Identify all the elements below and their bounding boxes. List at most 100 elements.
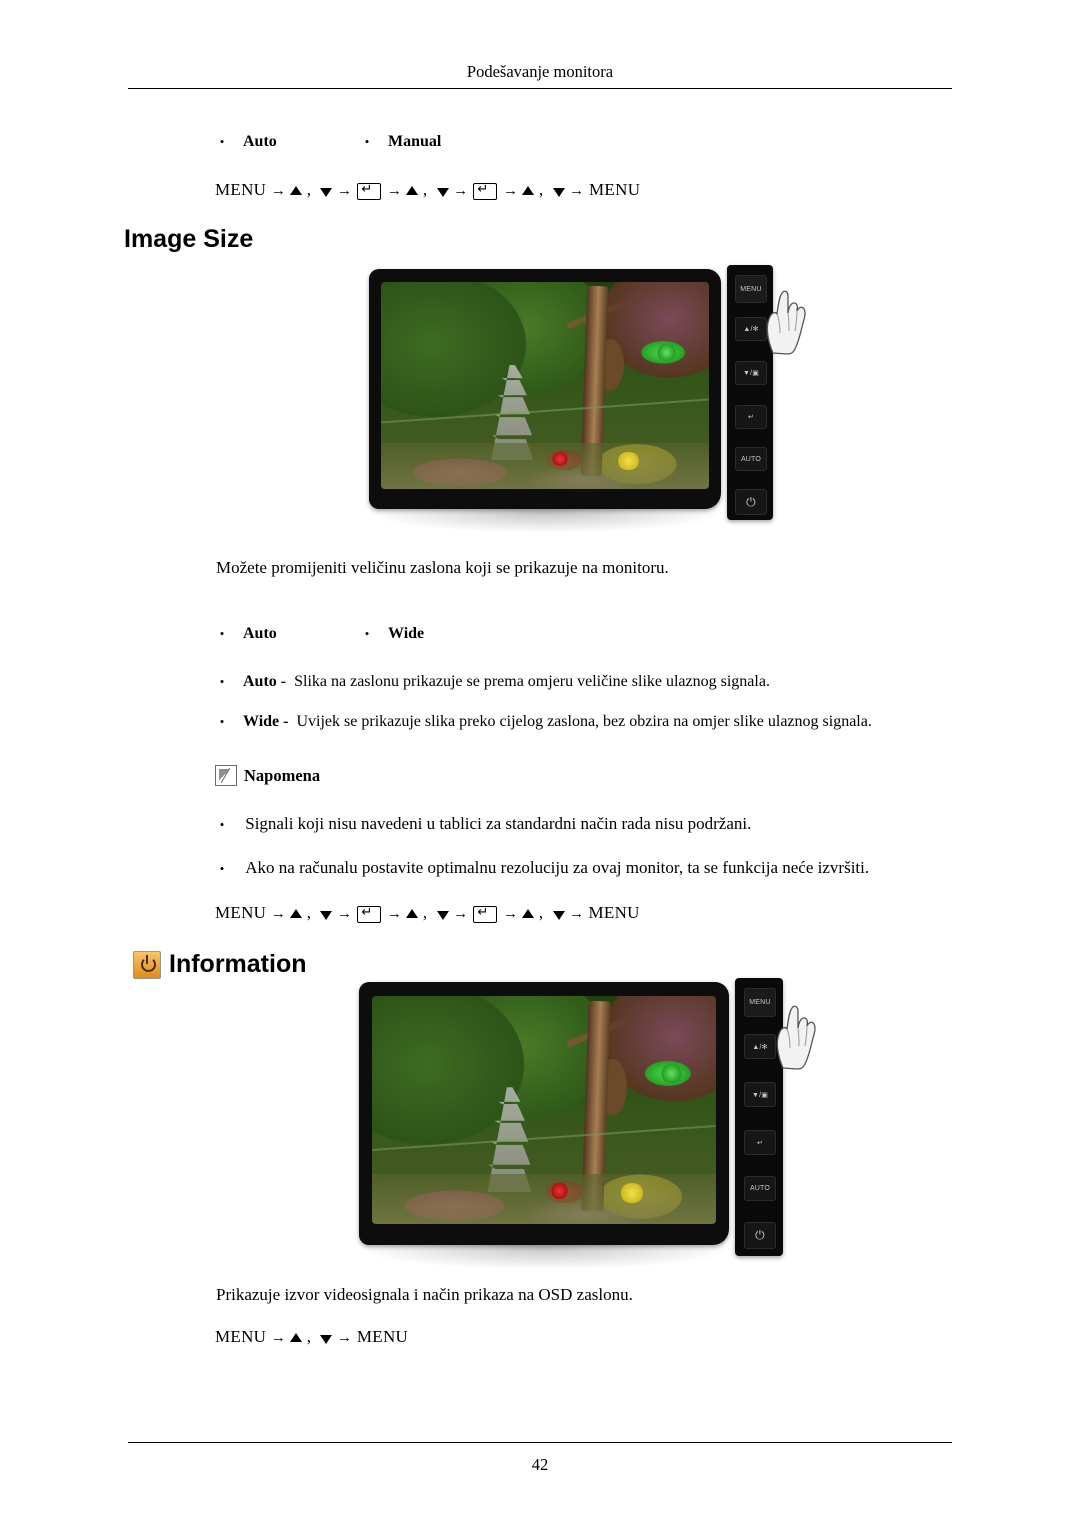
bullet-wide-explanation: • Wide - Uvijek se prikazuje slika preko…	[215, 713, 985, 731]
screen-photo	[381, 282, 709, 489]
page-header-title: Podešavanje monitora	[466, 62, 614, 81]
monitor-menu-label: MENU	[749, 999, 771, 1006]
menu-path-3-suffix: MENU	[356, 1327, 409, 1346]
page-number: 42	[531, 1455, 549, 1474]
comma-sep: ,	[538, 180, 549, 199]
option-manual-row-top: • Manual	[360, 133, 442, 151]
triangle-down-icon	[552, 187, 565, 197]
monitor-auto-label: AUTO	[749, 1185, 771, 1192]
menu-path-2-suffix: MENU	[588, 903, 640, 922]
arrow-icon: →	[270, 183, 291, 199]
triangle-up-icon	[406, 908, 419, 918]
comma-sep: ,	[306, 1327, 316, 1346]
information-icon	[133, 950, 161, 979]
arrow-icon: →	[386, 183, 407, 199]
comma-sep: ,	[538, 903, 549, 922]
note-item-2-text: Ako na računalu postavite optimalnu rezo…	[245, 858, 870, 877]
arrow-icon: →	[569, 183, 585, 199]
menu-path-3-prefix: MENU	[215, 1327, 267, 1346]
monitor-body	[359, 982, 729, 1245]
photo-green-lantern	[656, 344, 677, 361]
bullet-dot-icon: •	[364, 626, 370, 642]
header-rule	[128, 88, 952, 89]
section-heading-information: Information	[133, 950, 307, 979]
image-size-description: Možete promijeniti veličinu zaslona koji…	[216, 558, 669, 577]
photo-yellow-lantern	[619, 1182, 644, 1204]
option-wide-label: Wide	[388, 625, 425, 642]
bullet-auto-bold: Auto -	[243, 673, 287, 690]
monitor-enter-button[interactable]: ↵	[744, 1130, 776, 1155]
bullet-dot-icon: •	[219, 674, 225, 690]
monitor-menu-label: MENU	[740, 285, 762, 293]
triangle-up-icon	[290, 908, 303, 918]
triangle-up-icon	[522, 185, 535, 195]
triangle-down-icon	[320, 187, 333, 197]
triangle-up-icon	[290, 185, 303, 195]
monitor-down-label: ▼/▣	[742, 370, 760, 377]
arrow-icon: →	[453, 183, 473, 199]
menu-path-information: MENU → , → MENU	[215, 1327, 408, 1347]
option-auto-row: • Auto	[215, 625, 277, 643]
photo-ground	[372, 1173, 716, 1224]
monitor-down-button[interactable]: ▼/▣	[735, 361, 767, 385]
monitor-illustration-2: MENU ▲/✻ ▼/▣ ↵ AUTO ⏻	[355, 978, 816, 1270]
note-pencil-icon	[215, 765, 237, 786]
photo-wire	[381, 398, 709, 424]
arrow-icon: →	[386, 906, 407, 922]
monitor-power-label: ⏻	[755, 1228, 765, 1242]
section-heading-image-size: Image Size	[124, 225, 254, 253]
menu-path-2-prefix: MENU	[215, 903, 267, 922]
monitor-up-label: ▲/✻	[752, 1043, 768, 1051]
bullet-auto-text: Slika na zaslonu prikazuje se prema omje…	[294, 673, 770, 690]
screen-photo	[372, 996, 716, 1224]
comma-sep: ,	[422, 180, 432, 199]
note-item-1-text: Signali koji nisu navedeni u tablici za …	[245, 814, 752, 833]
photo-wire	[372, 1125, 716, 1151]
information-heading-label: Information	[169, 950, 307, 978]
bullet-dot-icon: •	[364, 134, 370, 150]
monitor-illustration-1: MENU ▲/✻ ▼/▣ ↵ AUTO ⏻	[365, 265, 806, 533]
option-auto-row-top: • Auto	[215, 133, 277, 151]
triangle-down-icon	[320, 910, 333, 920]
arrow-icon: →	[336, 183, 357, 199]
monitor-auto-label: AUTO	[740, 455, 762, 463]
monitor-power-label: ⏻	[746, 494, 756, 509]
monitor-menu-button[interactable]: MENU	[744, 988, 776, 1017]
triangle-down-icon	[436, 187, 449, 197]
photo-green-lantern	[660, 1064, 682, 1083]
pointing-hand-icon	[773, 1002, 819, 1070]
photo-red-lantern	[551, 451, 568, 467]
monitor-enter-label: ↵	[747, 414, 755, 421]
option-manual-label-top: Manual	[388, 133, 442, 150]
menu-path-top: MENU → , → → , → → , → MENU	[215, 180, 640, 200]
note-item-2: • Ako na računalu postavite optimalnu re…	[215, 858, 869, 878]
monitor-auto-button[interactable]: AUTO	[735, 447, 767, 471]
arrow-icon: →	[270, 1330, 291, 1346]
comma-sep: ,	[306, 903, 316, 922]
bullet-dot-icon: •	[219, 714, 225, 730]
bullet-dot-icon: •	[219, 861, 225, 877]
bullet-dot-icon: •	[219, 134, 225, 150]
monitor-down-button[interactable]: ▼/▣	[744, 1082, 776, 1107]
arrow-icon: →	[336, 906, 357, 922]
enter-key-icon	[357, 904, 382, 923]
arrow-icon: →	[453, 906, 473, 922]
menu-path-top-prefix: MENU	[215, 180, 267, 199]
arrow-icon: →	[502, 183, 523, 199]
option-wide-row: • Wide	[360, 625, 424, 643]
enter-key-icon	[473, 181, 498, 200]
document-page: Podešavanje monitora • Auto • Manual MEN…	[0, 0, 1080, 1527]
monitor-up-button[interactable]: ▲/✻	[744, 1034, 776, 1059]
monitor-screen	[381, 282, 709, 489]
monitor-screen	[372, 996, 716, 1224]
note-item-1: • Signali koji nisu navedeni u tablici z…	[215, 814, 752, 834]
enter-key-icon	[473, 904, 498, 923]
comma-sep: ,	[306, 180, 316, 199]
monitor-auto-button[interactable]: AUTO	[744, 1176, 776, 1201]
monitor-enter-button[interactable]: ↵	[735, 405, 767, 429]
monitor-power-button[interactable]: ⏻	[735, 489, 767, 515]
monitor-power-button[interactable]: ⏻	[744, 1222, 776, 1249]
option-auto-label: Auto	[243, 625, 277, 642]
note-heading-label: Napomena	[244, 765, 321, 785]
triangle-down-icon	[552, 910, 565, 920]
